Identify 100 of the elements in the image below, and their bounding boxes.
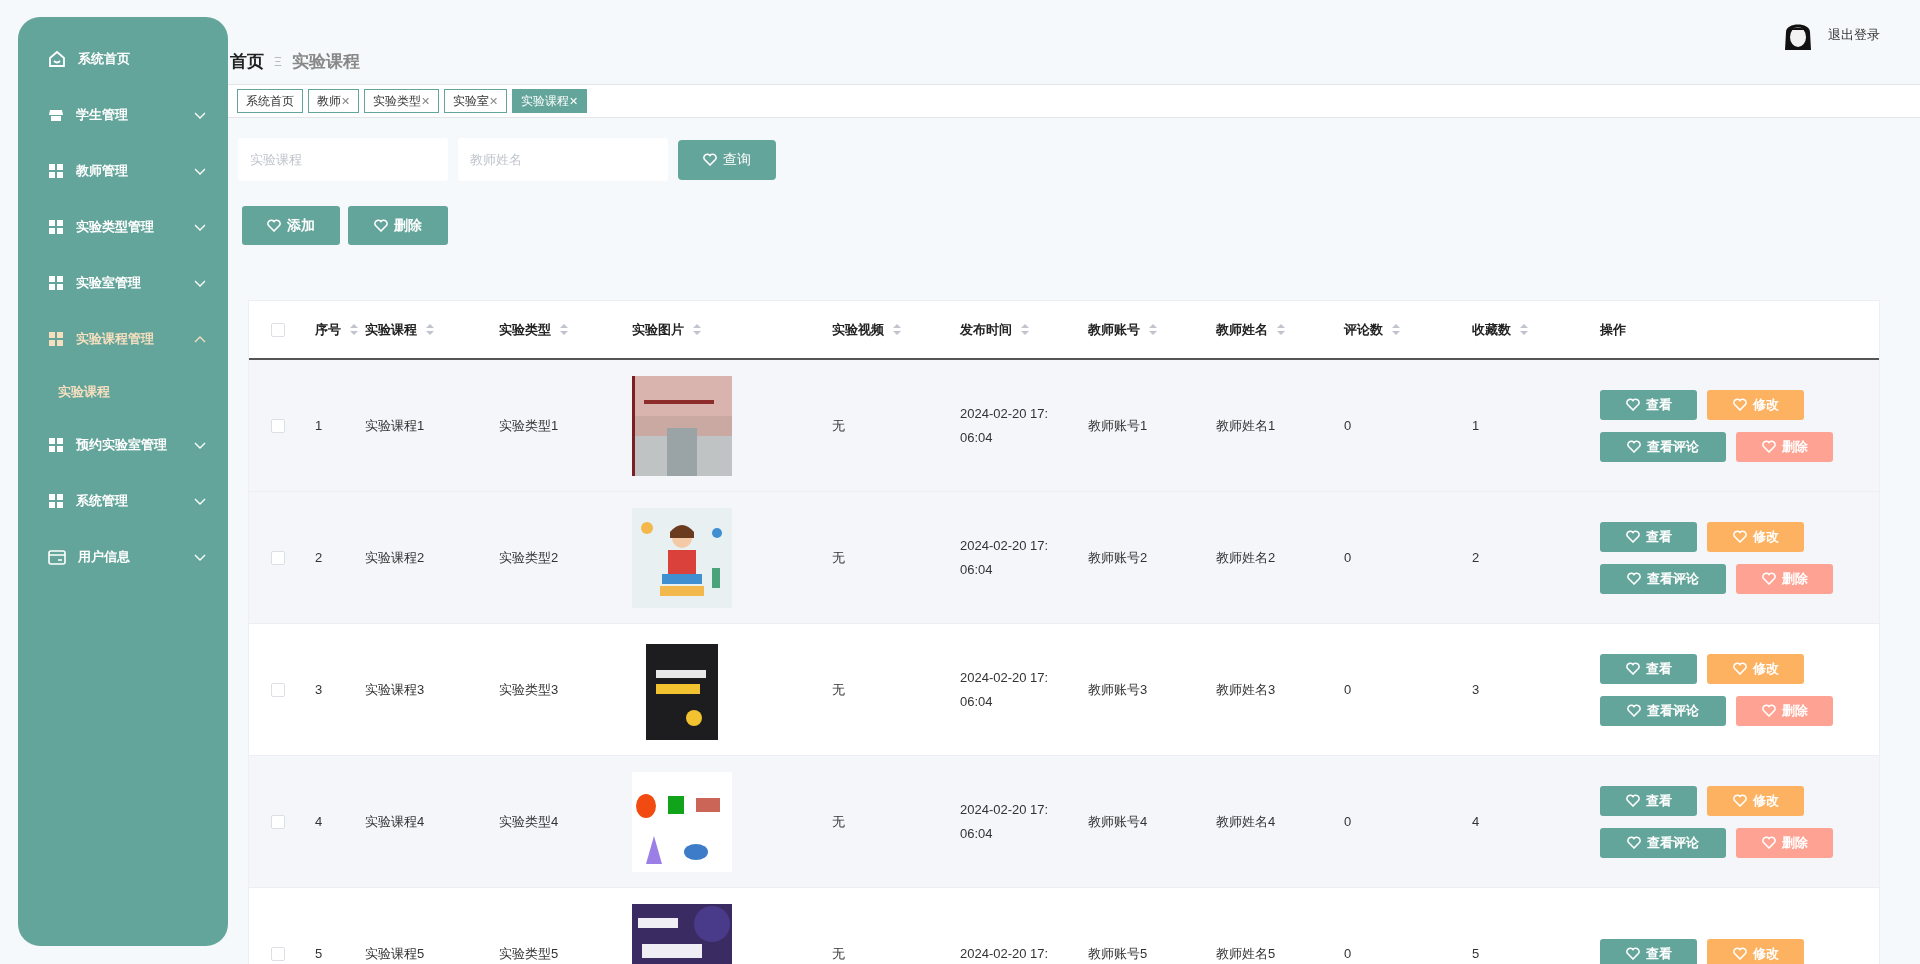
heart-icon (1732, 398, 1747, 411)
heart-icon (1732, 530, 1747, 543)
grid-icon (48, 493, 64, 509)
heart-icon (1761, 572, 1776, 585)
sidebar-item[interactable]: 预约实验室管理 (18, 417, 228, 473)
column-header[interactable]: 评论数 (1344, 319, 1401, 340)
table-cell-text: 实验课程5 (365, 944, 425, 963)
table-cell-text: 2024-02-20 17: 06:04 (960, 404, 1049, 447)
search-field[interactable]: 教师姓名 (458, 138, 668, 181)
delete-button[interactable]: 删除 (1736, 827, 1833, 858)
search-field[interactable]: 实验课程 (238, 138, 448, 181)
edit-button[interactable]: 修改 (1707, 389, 1804, 420)
sidebar-item[interactable]: 实验课程管理 (18, 311, 228, 367)
tab[interactable]: 教师✕ (308, 89, 359, 113)
table-cell-text: 3 (315, 680, 323, 699)
tab[interactable]: 实验类型✕ (364, 89, 439, 113)
table-cell-text: 实验类型3 (499, 680, 559, 699)
view-button[interactable]: 查看评论 (1600, 695, 1726, 726)
edit-button[interactable]: 修改 (1707, 938, 1804, 964)
view-button[interactable]: 查看评论 (1600, 563, 1726, 594)
chevron-down-icon (194, 497, 206, 505)
table-cell-text: 教师账号1 (1088, 416, 1148, 435)
column-header[interactable]: 发布时间 (960, 319, 1030, 340)
close-icon[interactable]: ✕ (421, 92, 430, 110)
view-button[interactable]: 查看 (1600, 785, 1697, 816)
sidebar-item[interactable]: 学生管理 (18, 87, 228, 143)
tab[interactable]: 实验室✕ (444, 89, 507, 113)
table-cell-text: 5 (315, 944, 323, 963)
column-header[interactable]: 教师账号 (1088, 319, 1158, 340)
heart-icon (1732, 947, 1747, 960)
sidebar-item[interactable]: 实验室管理 (18, 255, 228, 311)
table-cell-text: 实验类型5 (499, 944, 559, 963)
table-cell-text: 教师姓名1 (1216, 416, 1276, 435)
column-header[interactable]: 实验课程 (365, 319, 435, 340)
close-icon[interactable]: ✕ (569, 92, 578, 110)
logout-link[interactable]: 退出登录 (1828, 25, 1880, 45)
table-cell-text: 0 (1344, 812, 1352, 831)
row-checkbox[interactable] (271, 946, 285, 961)
sidebar-item[interactable]: 系统管理 (18, 473, 228, 529)
row-checkbox[interactable] (271, 682, 285, 697)
sidebar-item[interactable]: 教师管理 (18, 143, 228, 199)
heart-icon (374, 219, 388, 232)
table-cell-text: 实验课程1 (365, 416, 425, 435)
search-button[interactable]: 查询 (678, 139, 776, 180)
heart-icon (703, 153, 717, 166)
chevron-down-icon (194, 279, 206, 287)
column-header: 操作 (1600, 320, 1626, 339)
sidebar-item[interactable]: 用户信息 (18, 529, 228, 585)
table-cell-text: 实验类型1 (499, 416, 559, 435)
row-checkbox[interactable] (271, 550, 285, 565)
row-checkbox[interactable] (271, 814, 285, 829)
heart-icon (1625, 947, 1640, 960)
column-header[interactable]: 实验图片 (632, 319, 702, 340)
grid-icon (48, 437, 64, 453)
sidebar-subitem[interactable]: 实验课程 (18, 367, 228, 417)
column-header[interactable]: 教师姓名 (1216, 319, 1286, 340)
column-header[interactable]: 实验类型 (499, 319, 569, 340)
view-button[interactable]: 查看 (1600, 653, 1697, 684)
edit-button[interactable]: 修改 (1707, 785, 1804, 816)
table-cell-text: 教师账号4 (1088, 812, 1148, 831)
sidebar-item[interactable]: 系统首页 (18, 31, 228, 87)
delete-button[interactable]: 删除 (1736, 695, 1833, 726)
delete-button[interactable]: 删除 (1736, 431, 1833, 462)
table-cell-text: 3 (1472, 680, 1480, 699)
table-cell-text: 实验类型4 (499, 812, 559, 831)
sidebar-item[interactable]: 实验类型管理 (18, 199, 228, 255)
view-button[interactable]: 查看评论 (1600, 431, 1726, 462)
breadcrumb-home[interactable]: 首页 (230, 49, 264, 75)
delete-button[interactable]: 删除 (348, 206, 448, 245)
sort-icon (1519, 323, 1529, 336)
view-button[interactable]: 查看 (1600, 938, 1697, 964)
close-icon[interactable]: ✕ (341, 92, 350, 110)
sort-icon (559, 323, 569, 336)
table-cell-text: 实验课程2 (365, 548, 425, 567)
delete-button[interactable]: 删除 (1736, 563, 1833, 594)
tab[interactable]: 系统首页 (237, 89, 303, 113)
table-cell-text: 5 (1472, 944, 1480, 963)
column-header[interactable]: 收藏数 (1472, 319, 1529, 340)
table-cell-text: 教师姓名5 (1216, 944, 1276, 963)
heart-icon (1625, 530, 1640, 543)
table-cell-text: 2024-02-20 17: 06:04 (960, 800, 1049, 843)
edit-button[interactable]: 修改 (1707, 653, 1804, 684)
view-button[interactable]: 查看 (1600, 521, 1697, 552)
row-checkbox[interactable] (271, 418, 285, 433)
view-button[interactable]: 查看 (1600, 389, 1697, 420)
column-header[interactable]: 序号 (315, 319, 359, 340)
table-cell-text: 0 (1344, 680, 1352, 699)
heart-icon (1627, 440, 1641, 453)
heart-icon (1761, 704, 1776, 717)
tab[interactable]: 实验课程✕ (512, 89, 587, 113)
heart-icon (1625, 794, 1640, 807)
chevron-down-icon (194, 167, 206, 175)
table-cell-text: 教师账号5 (1088, 944, 1148, 963)
column-header[interactable]: 实验视频 (832, 319, 902, 340)
row-checkbox[interactable] (271, 322, 285, 337)
close-icon[interactable]: ✕ (489, 92, 498, 110)
add-button[interactable]: 添加 (242, 206, 340, 245)
edit-button[interactable]: 修改 (1707, 521, 1804, 552)
view-button[interactable]: 查看评论 (1600, 827, 1726, 858)
chevron-down-icon (194, 223, 206, 231)
